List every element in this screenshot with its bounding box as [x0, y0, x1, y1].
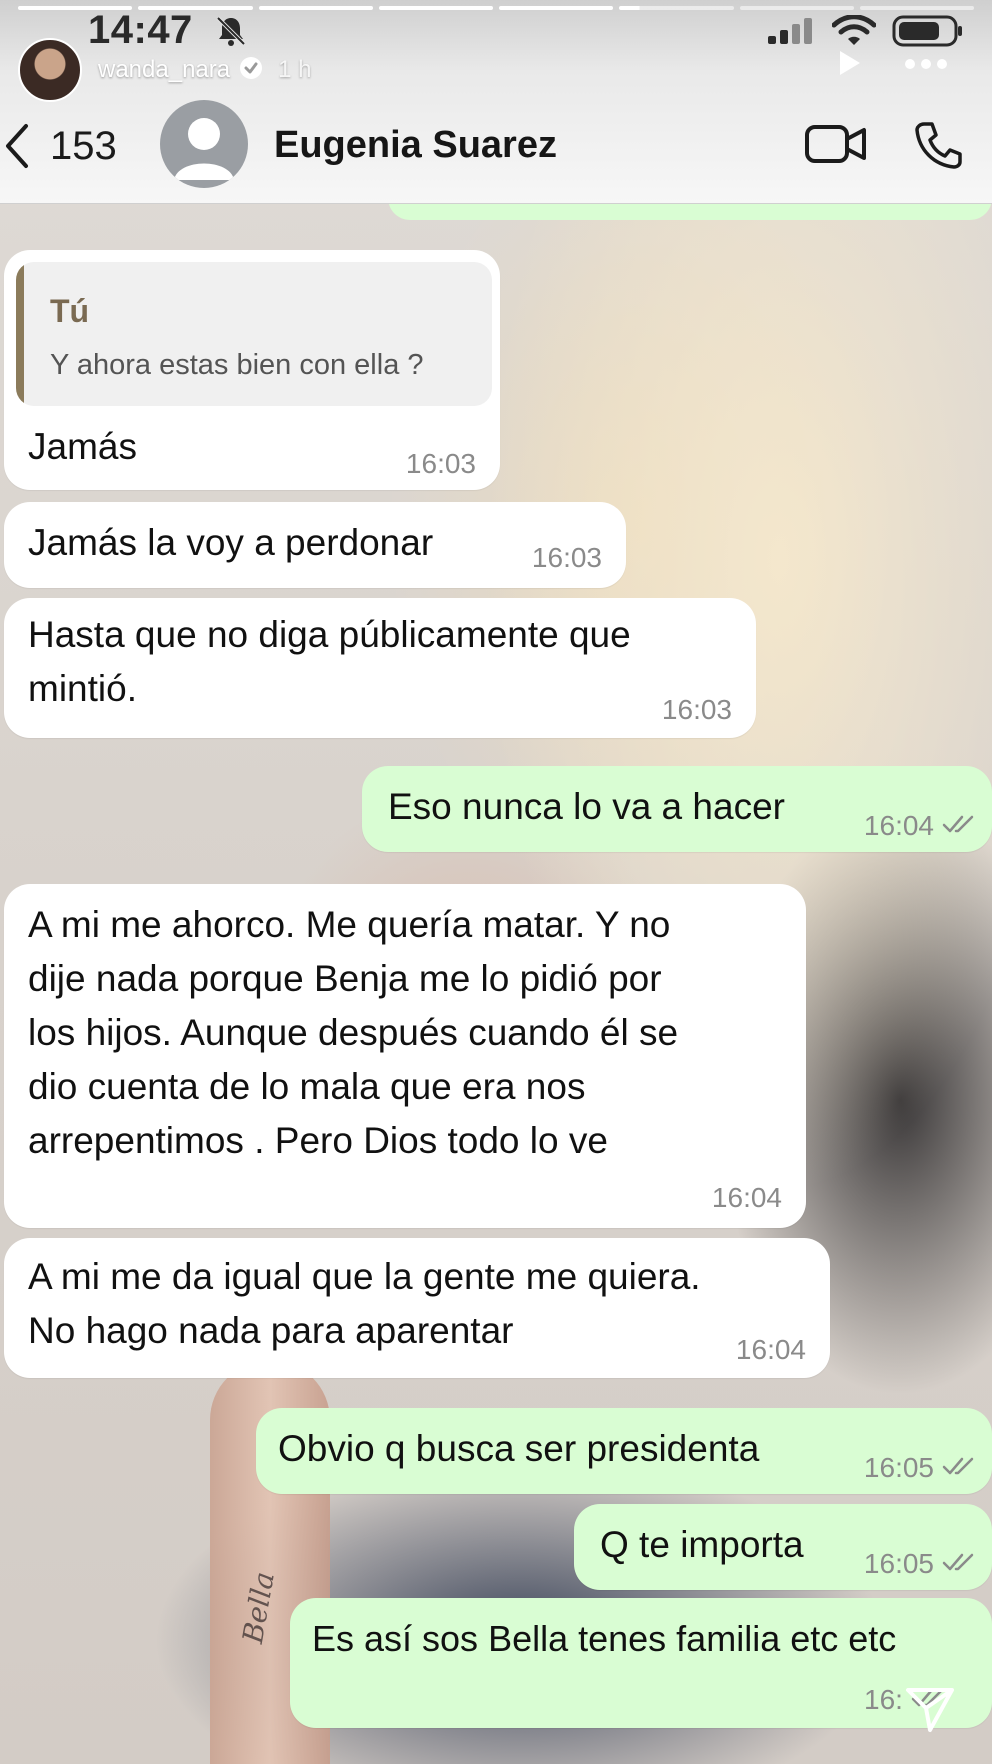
message-text: Obvio q busca ser presidenta — [278, 1428, 760, 1469]
message-text: Q te importa — [600, 1524, 804, 1565]
message-time: 16:05 — [864, 1452, 980, 1484]
message-bubble-9[interactable]: Es así sos Bella tenes familia etc etc 1… — [290, 1598, 992, 1728]
message-time: 16:05 — [864, 1548, 980, 1580]
message-text: Jamás — [28, 426, 137, 467]
play-icon[interactable] — [834, 48, 864, 83]
message-bubble-7[interactable]: Obvio q busca ser presidenta 16:05 — [256, 1408, 992, 1494]
chat-header: 14:47 wanda_nara 1 h 153 Eugenia Suarez — [0, 0, 992, 204]
time-label: 16:03 — [661, 694, 732, 725]
story-author-row[interactable]: wanda_nara 1 h — [18, 38, 311, 102]
story-author-avatar[interactable] — [18, 38, 82, 102]
time-label: 16:04 — [863, 810, 934, 841]
message-bubble-3[interactable]: Hasta que no diga públicamente que minti… — [4, 598, 756, 738]
chevron-left-icon[interactable] — [4, 122, 32, 175]
story-viewer[interactable]: Bella Tú Y ahora estas bien con ella ? J… — [0, 0, 992, 1764]
message-bubble-8[interactable]: Q te importa 16:05 — [574, 1504, 992, 1590]
progress-segment — [859, 6, 974, 10]
read-receipt-icon — [942, 1452, 980, 1484]
send-icon[interactable] — [904, 1682, 956, 1739]
unread-count[interactable]: 153 — [50, 124, 117, 169]
progress-segment-active — [619, 6, 734, 10]
message-time: 16:04 — [864, 810, 980, 842]
message-text: A mi me ahorco. Me quería matar. Y no di… — [28, 904, 679, 1161]
time-label: 16:05 — [863, 1452, 934, 1483]
message-time: 16:04 — [712, 1182, 782, 1214]
message-time: 16:03 — [662, 694, 732, 726]
phone-icon[interactable] — [914, 120, 964, 175]
story-posted-time: 1 h — [278, 56, 312, 83]
read-receipt-icon — [942, 1548, 980, 1580]
message-text: Es así sos Bella tenes familia etc etc — [312, 1618, 897, 1659]
quote-accent-bar — [16, 262, 24, 406]
chat-bar: 153 Eugenia Suarez — [0, 98, 992, 194]
read-receipt-icon — [942, 810, 980, 842]
time-label: 16: — [864, 1684, 903, 1715]
signal-icon — [766, 16, 816, 51]
story-actions — [834, 48, 948, 83]
message-text: A mi me da igual que la gente me quiera.… — [28, 1256, 701, 1351]
video-call-icon[interactable] — [804, 122, 868, 171]
verified-badge-icon — [238, 55, 264, 86]
message-bubble-4[interactable]: Eso nunca lo va a hacer 16:04 — [362, 766, 992, 852]
time-label: 16:05 — [863, 1548, 934, 1579]
message-text: Hasta que no diga públicamente que minti… — [28, 614, 631, 709]
quoted-reply[interactable]: Tú Y ahora estas bien con ella ? — [16, 262, 492, 406]
message-bubble-5[interactable]: A mi me ahorco. Me quería matar. Y no di… — [4, 884, 806, 1228]
quote-text: Y ahora estas bien con ella ? — [50, 349, 424, 381]
progress-segment — [739, 6, 854, 10]
person-icon[interactable] — [160, 100, 248, 188]
quote-author: Tú — [50, 293, 90, 329]
message-bubble-2[interactable]: Jamás la voy a perdonar 16:03 — [4, 502, 626, 588]
progress-segment — [499, 6, 614, 10]
message-bubble-1[interactable]: Tú Y ahora estas bien con ella ? Jamás 1… — [4, 250, 500, 490]
message-text: Eso nunca lo va a hacer — [388, 786, 785, 827]
more-icon[interactable] — [904, 57, 948, 75]
contact-name[interactable]: Eugenia Suarez — [274, 124, 557, 167]
message-bubble-6[interactable]: A mi me da igual que la gente me quiera.… — [4, 1238, 830, 1378]
message-time: 16:04 — [736, 1334, 806, 1366]
time-label: 16:03 — [531, 542, 602, 573]
message-time: 16:03 — [532, 542, 602, 574]
message-text: Jamás la voy a perdonar — [28, 522, 434, 563]
time-label: 16:04 — [735, 1334, 806, 1365]
message-time: 16:03 — [406, 448, 476, 480]
progress-segment — [258, 6, 373, 10]
time-label: 16:04 — [711, 1182, 782, 1213]
story-username[interactable]: wanda_nara — [98, 56, 230, 84]
wifi-icon — [831, 14, 877, 52]
progress-segment — [378, 6, 493, 10]
time-label: 16:03 — [405, 448, 476, 479]
